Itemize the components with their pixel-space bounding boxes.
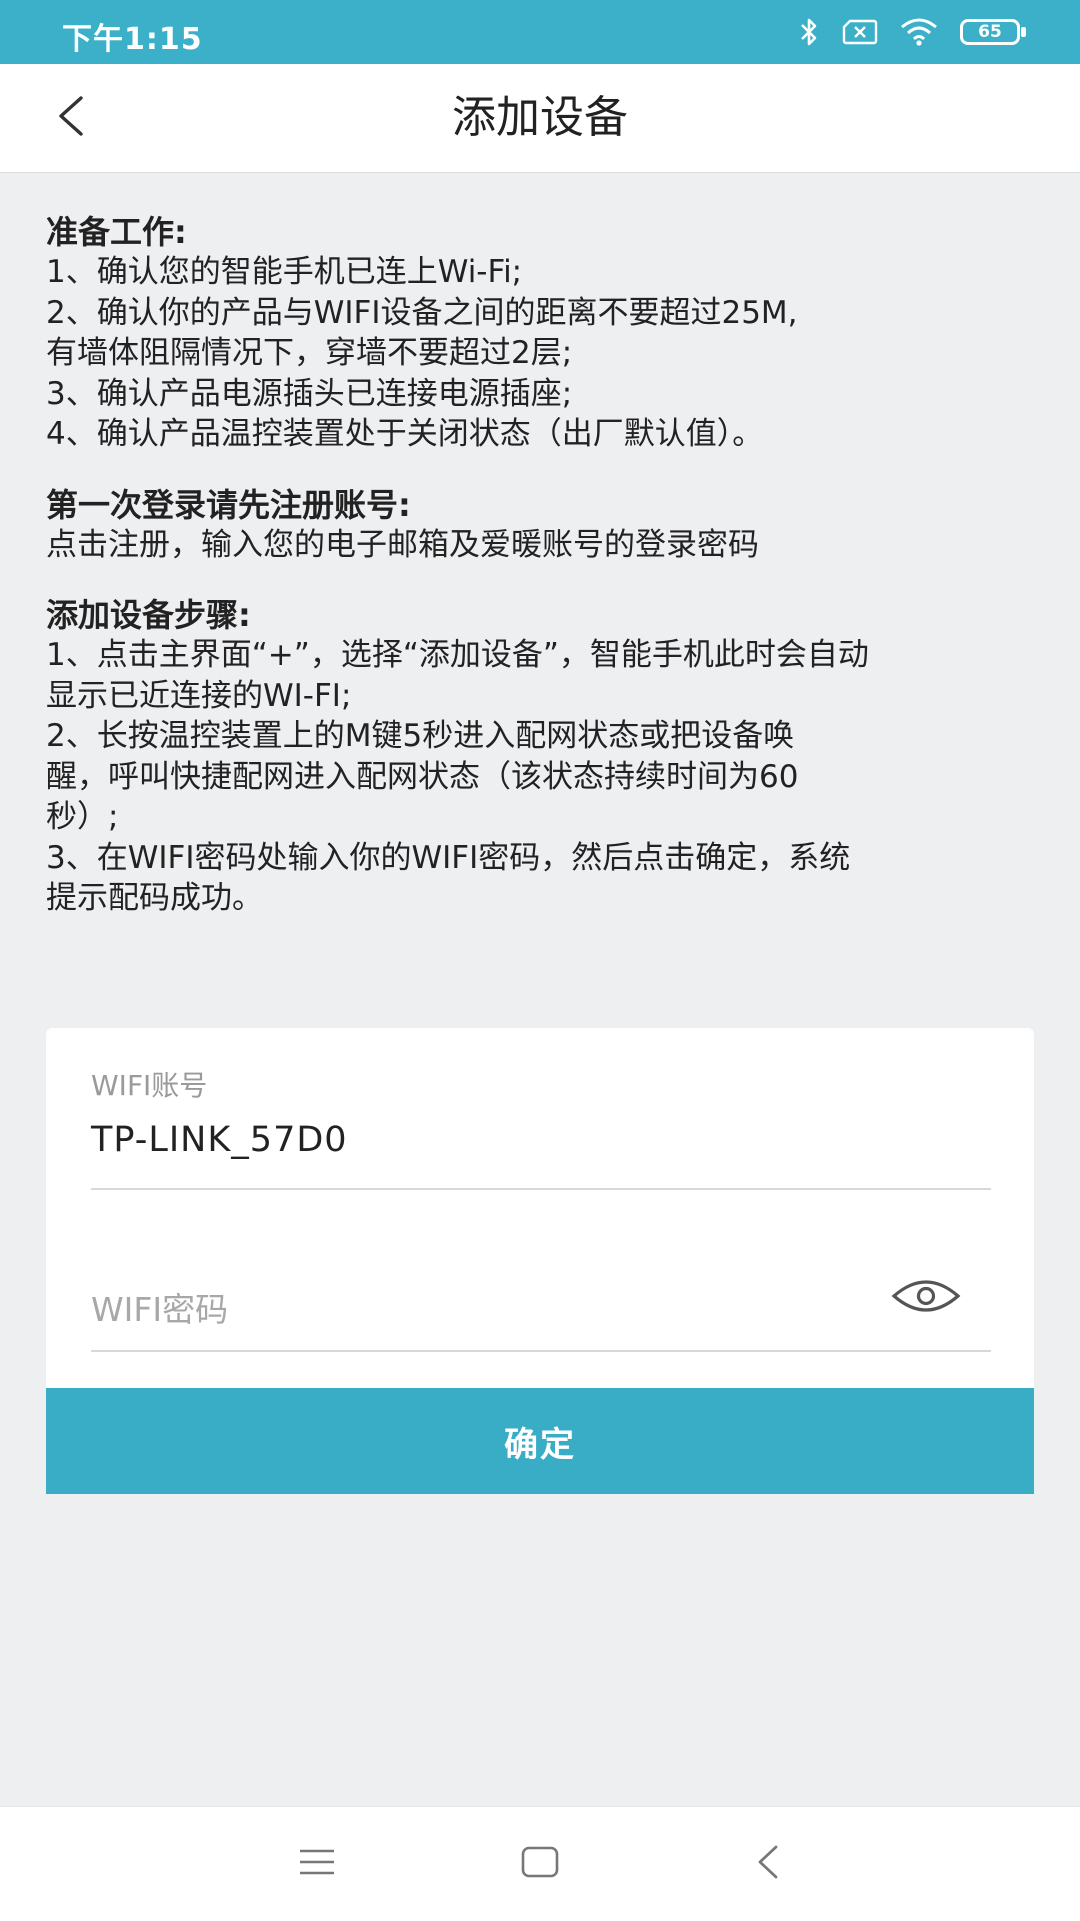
prep-line: 1、确认您的智能手机已连上Wi-Fi;	[46, 254, 523, 290]
steps-line: 提示配码成功。	[46, 880, 263, 916]
steps-line: 醒，呼叫快捷配网进入配网状态（该状态持续时间为60	[46, 758, 799, 795]
steps-title: 添加设备步骤:	[46, 596, 251, 634]
wifi-password-field[interactable]	[91, 1284, 871, 1334]
register-title: 第一次登录请先注册账号:	[46, 485, 411, 524]
battery-level: 65	[978, 22, 1002, 42]
menu-icon	[297, 1847, 337, 1881]
confirm-button[interactable]: 确定	[46, 1388, 1034, 1494]
steps-line: 3、在WIFI密码处输入你的WIFI密码，然后点击确定，系统	[46, 839, 851, 876]
status-icons: 65	[798, 14, 1026, 50]
status-bar: 下午1:15 65	[0, 0, 1080, 64]
nav-back-button[interactable]	[732, 1829, 802, 1899]
menu-button[interactable]	[282, 1829, 352, 1899]
no-sim-icon	[842, 19, 878, 45]
battery-icon: 65	[960, 17, 1026, 47]
toggle-password-visibility-button[interactable]	[886, 1268, 966, 1328]
home-square-icon	[520, 1845, 560, 1883]
prep-line: 4、确认产品温控装置处于关闭状态（出厂默认值）。	[46, 416, 764, 452]
wifi-account-field[interactable]: TP-LINK_57D0	[91, 1120, 348, 1160]
wifi-account-label: WIFI账号	[91, 1069, 208, 1102]
steps-line: 秒）;	[46, 799, 119, 835]
status-time: 下午1:15	[62, 22, 203, 57]
chevron-left-icon	[55, 94, 85, 142]
bluetooth-icon	[798, 17, 820, 47]
steps-line: 显示已近连接的WI-FI;	[46, 677, 352, 714]
back-triangle-icon	[752, 1843, 782, 1885]
prep-line: 3、确认产品电源插头已连接电源插座;	[46, 375, 573, 412]
wifi-signal-icon	[900, 18, 938, 46]
title-bar: 添加设备	[0, 64, 1080, 173]
steps-line: 1、点击主界面“+”，选择“添加设备”，智能手机此时会自动	[46, 637, 869, 673]
prep-title: 准备工作:	[46, 213, 187, 251]
register-line: 点击注册，输入您的电子邮箱及爱暖账号的登录密码	[46, 526, 759, 563]
instructions: 准备工作: 1、确认您的智能手机已连上Wi-Fi; 2、确认你的产品与WIFI设…	[46, 212, 1046, 919]
back-button[interactable]	[38, 86, 102, 150]
wifi-form-card: WIFI账号 TP-LINK_57D0	[46, 1028, 1034, 1388]
prep-line: 2、确认你的产品与WIFI设备之间的距离不要超过25M,	[46, 294, 798, 331]
system-nav-bar	[0, 1806, 1080, 1921]
eye-icon	[890, 1276, 962, 1320]
wifi-account-underline	[91, 1188, 991, 1190]
wifi-password-underline	[91, 1350, 991, 1352]
prep-line: 有墙体阻隔情况下，穿墙不要超过2层;	[46, 335, 573, 371]
home-button[interactable]	[505, 1829, 575, 1899]
page-title: 添加设备	[452, 92, 628, 143]
steps-line: 2、长按温控装置上的M键5秒进入配网状态或把设备唤	[46, 718, 795, 754]
